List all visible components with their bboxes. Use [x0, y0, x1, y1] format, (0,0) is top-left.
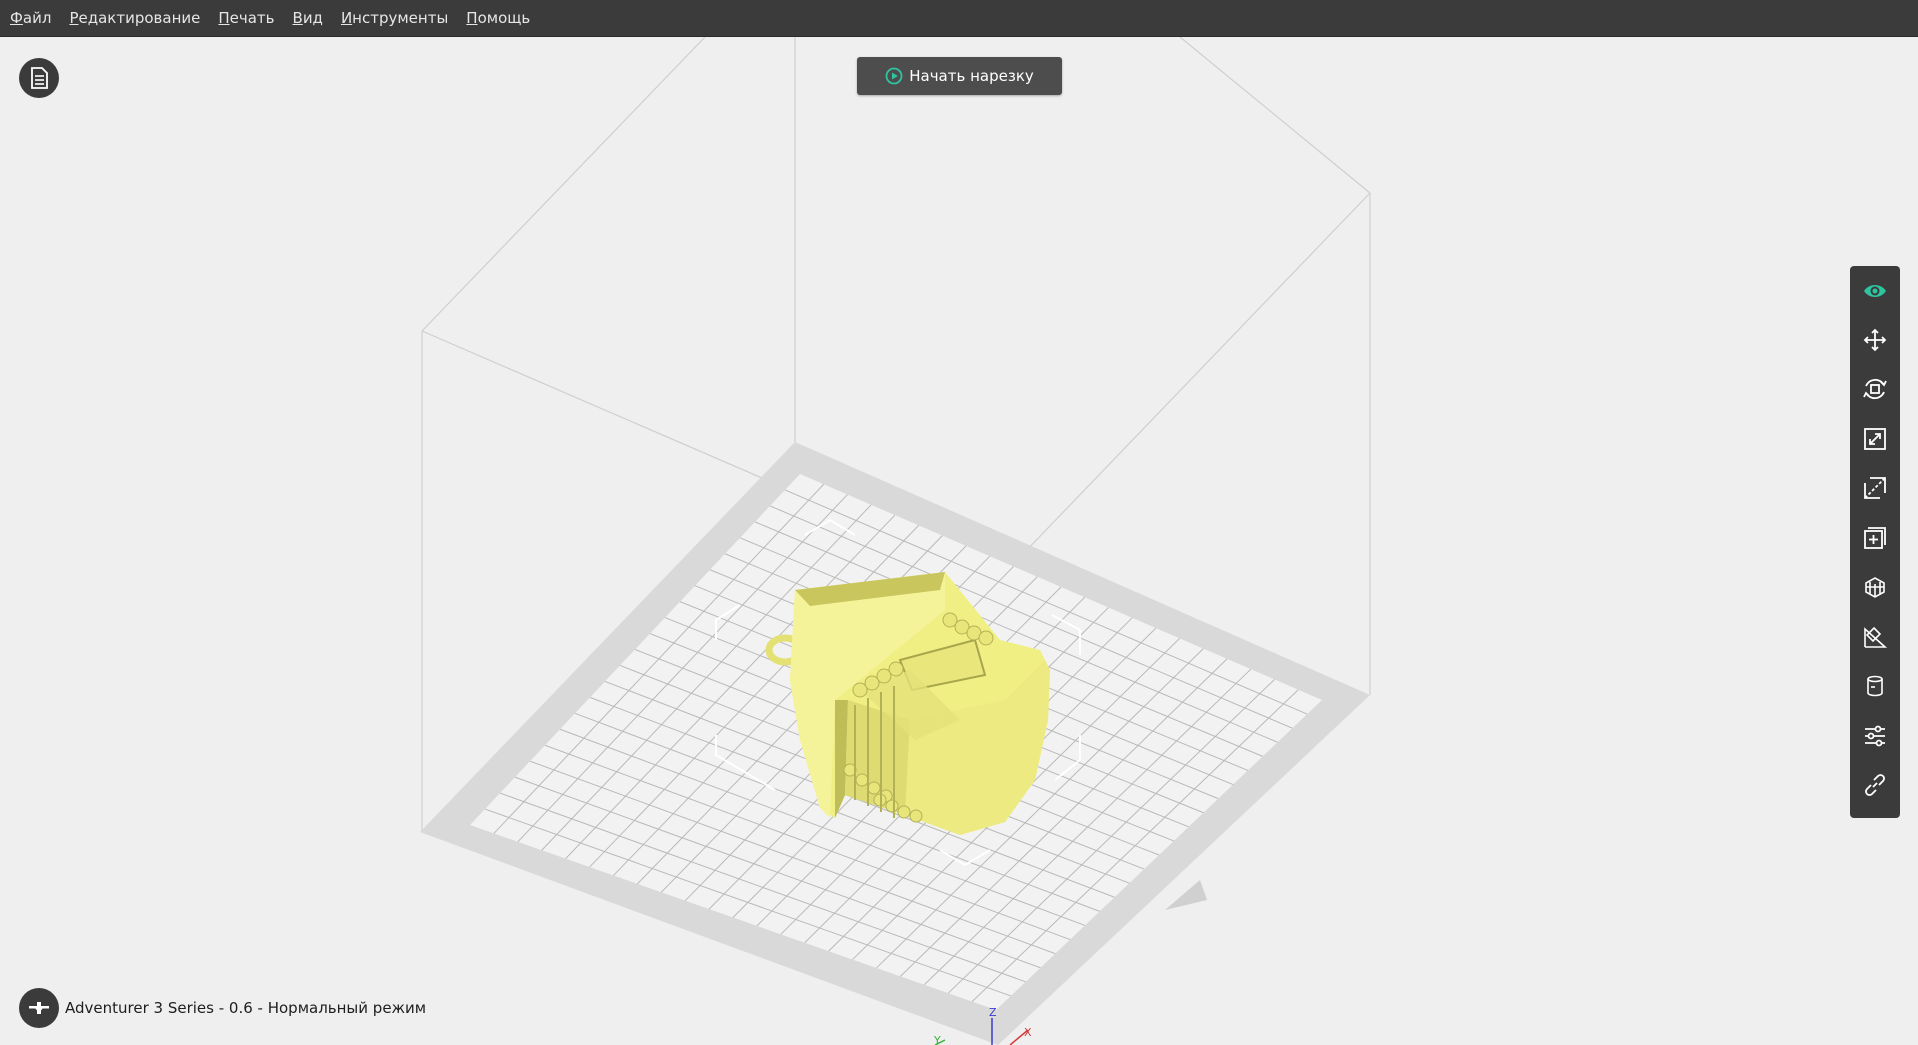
scale-tool[interactable]: [1858, 422, 1892, 455]
printer-button[interactable]: [19, 988, 59, 1028]
menu-print[interactable]: Печать: [218, 9, 274, 27]
cylinder-icon: [1867, 675, 1883, 697]
view-tool[interactable]: [1858, 274, 1892, 307]
rotate-icon: [1863, 379, 1887, 400]
link-tool[interactable]: [1858, 769, 1892, 802]
cut-tool[interactable]: [1858, 472, 1892, 505]
cut-icon: [1864, 477, 1886, 500]
printer-icon: [29, 1002, 49, 1014]
measure-icon: [1864, 626, 1888, 648]
add-object-tool[interactable]: [1858, 521, 1892, 554]
measure-tool[interactable]: [1858, 620, 1892, 653]
settings-sliders-icon: [1865, 725, 1885, 747]
printer-info[interactable]: Adventurer 3 Series - 0.6 - Нормальный р…: [19, 988, 426, 1028]
settings-tool[interactable]: [1858, 719, 1892, 752]
z-axis-label: Z: [989, 1006, 997, 1019]
add-object-icon: [1864, 526, 1886, 549]
right-toolbar: [1850, 266, 1900, 818]
menu-edit[interactable]: Редактирование: [69, 9, 200, 27]
link-icon: [1865, 774, 1885, 797]
build-plate-front-tab: [1165, 880, 1207, 910]
y-axis-label: Y: [933, 1034, 941, 1045]
start-slicing-label: Начать нарезку: [909, 67, 1034, 85]
document-icon: [31, 67, 48, 89]
eye-icon: [1864, 284, 1886, 297]
support-icon: [1865, 577, 1885, 599]
3d-viewport[interactable]: Z X Y: [0, 37, 1918, 1045]
menu-help[interactable]: Помощь: [466, 9, 530, 27]
menu-view[interactable]: Вид: [293, 9, 323, 27]
rotate-tool[interactable]: [1858, 373, 1892, 406]
menu-tools[interactable]: Инструменты: [341, 9, 448, 27]
start-slicing-button[interactable]: Начать нарезку: [857, 57, 1062, 95]
scale-icon: [1864, 428, 1886, 450]
menu-file[interactable]: Файл: [10, 9, 51, 27]
printer-label: Adventurer 3 Series - 0.6 - Нормальный р…: [65, 999, 427, 1017]
build-volume-scene: Z X Y: [420, 37, 1371, 1045]
cylinder-tool[interactable]: [1858, 670, 1892, 703]
play-icon: [885, 67, 903, 85]
move-icon: [1863, 328, 1887, 352]
move-tool[interactable]: [1858, 323, 1892, 356]
document-button[interactable]: [19, 58, 59, 98]
x-axis-label: X: [1024, 1026, 1032, 1039]
support-tool[interactable]: [1858, 571, 1892, 604]
menu-bar: Файл Редактирование Печать Вид Инструмен…: [0, 0, 1918, 37]
